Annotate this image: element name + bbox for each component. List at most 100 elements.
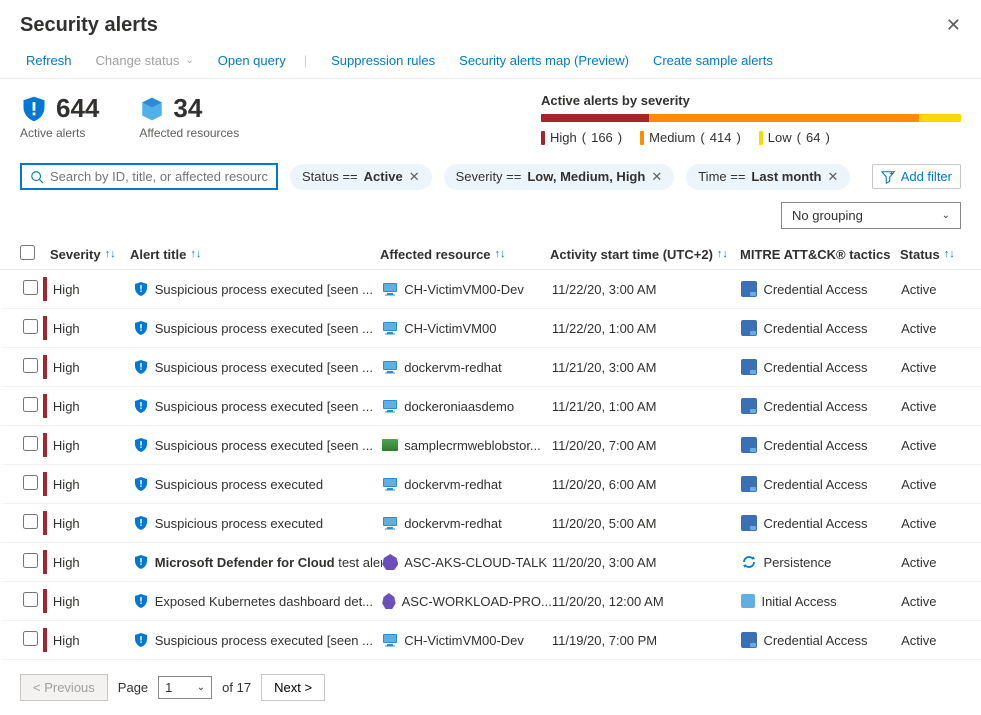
- row-checkbox[interactable]: [23, 514, 38, 529]
- row-status: Active: [901, 282, 961, 297]
- row-resource: samplecrmweblobstor...: [382, 438, 552, 453]
- row-resource: CH-VictimVM00-Dev: [382, 281, 552, 297]
- table-row[interactable]: HighSuspicious process executed [seen ..…: [0, 270, 981, 309]
- table-row[interactable]: HighSuspicious process executed [seen ..…: [0, 348, 981, 387]
- row-status: Active: [901, 516, 961, 531]
- alerts-map-button[interactable]: Security alerts map (Preview): [453, 53, 629, 68]
- row-time: 11/21/20, 3:00 AM: [552, 360, 742, 375]
- alert-shield-icon: [133, 398, 149, 414]
- select-all-checkbox[interactable]: [20, 245, 35, 260]
- row-severity: High: [53, 594, 133, 609]
- col-status[interactable]: Status↑↓: [900, 247, 960, 262]
- remove-filter-icon[interactable]: ✕: [827, 169, 838, 185]
- alert-shield-icon: [133, 437, 149, 453]
- refresh-button[interactable]: Refresh: [20, 53, 72, 68]
- next-button[interactable]: Next >: [261, 674, 325, 701]
- grouping-select[interactable]: No grouping ⌄: [781, 202, 961, 229]
- row-title: Microsoft Defender for Cloud test alert …: [133, 554, 382, 570]
- row-resource: dockeroniaasdemo: [382, 398, 552, 414]
- severity-indicator: [43, 472, 47, 496]
- table-row[interactable]: HighSuspicious process executed [seen ..…: [0, 426, 981, 465]
- severity-indicator: [43, 316, 47, 340]
- legend-medium: Medium (414): [640, 130, 741, 145]
- pagination: < Previous Page 1⌄ of 17 Next >: [0, 660, 981, 715]
- persistence-icon: [741, 554, 757, 570]
- page-select[interactable]: 1⌄: [158, 676, 212, 699]
- row-checkbox[interactable]: [23, 397, 38, 412]
- chevron-down-icon: ⌄: [197, 682, 205, 693]
- row-resource: dockervm-redhat: [382, 476, 552, 492]
- col-time[interactable]: Activity start time (UTC+2)↑↓: [550, 247, 740, 262]
- sort-icon: ↑↓: [495, 248, 506, 260]
- vm-icon: [382, 476, 398, 492]
- filter-time[interactable]: Time == Last month✕: [686, 164, 850, 190]
- table-row[interactable]: HighSuspicious process executeddockervm-…: [0, 465, 981, 504]
- severity-indicator: [43, 511, 47, 535]
- credential-access-icon: [741, 476, 757, 492]
- row-checkbox[interactable]: [23, 553, 38, 568]
- row-status: Active: [901, 321, 961, 336]
- credential-access-icon: [741, 515, 757, 531]
- vm-icon: [382, 359, 398, 375]
- row-severity: High: [53, 633, 133, 648]
- col-severity[interactable]: Severity↑↓: [50, 247, 130, 262]
- remove-filter-icon[interactable]: ✕: [409, 169, 420, 185]
- col-title[interactable]: Alert title↑↓: [130, 247, 380, 262]
- row-tactics: Persistence: [741, 554, 901, 570]
- row-status: Active: [901, 438, 961, 453]
- severity-bar: [541, 114, 961, 122]
- toolbar: Refresh Change status ⌄ Open query | Sup…: [0, 45, 981, 79]
- row-checkbox[interactable]: [23, 436, 38, 451]
- remove-filter-icon[interactable]: ✕: [651, 169, 662, 185]
- close-icon[interactable]: ✕: [946, 15, 961, 36]
- row-checkbox[interactable]: [23, 319, 38, 334]
- row-checkbox[interactable]: [23, 592, 38, 607]
- table-row[interactable]: HighSuspicious process executed [seen ..…: [0, 621, 981, 660]
- row-time: 11/20/20, 7:00 AM: [552, 438, 742, 453]
- row-severity: High: [53, 555, 133, 570]
- row-title: Suspicious process executed [seen ...: [133, 437, 382, 453]
- alert-shield-icon: [133, 359, 149, 375]
- row-checkbox[interactable]: [23, 358, 38, 373]
- table-row[interactable]: HighSuspicious process executeddockervm-…: [0, 504, 981, 543]
- row-checkbox[interactable]: [23, 475, 38, 490]
- severity-indicator: [43, 628, 47, 652]
- row-checkbox[interactable]: [23, 280, 38, 295]
- table-row[interactable]: HighExposed Kubernetes dashboard det...A…: [0, 582, 981, 621]
- open-query-button[interactable]: Open query: [212, 53, 286, 68]
- sort-icon: ↑↓: [190, 248, 201, 260]
- row-time: 11/19/20, 7:00 PM: [552, 633, 742, 648]
- row-title: Suspicious process executed [seen ...: [133, 359, 382, 375]
- change-status-button: Change status ⌄: [90, 53, 194, 68]
- suppression-button[interactable]: Suppression rules: [325, 53, 435, 68]
- alert-shield-icon: [133, 554, 149, 570]
- row-checkbox[interactable]: [23, 631, 38, 646]
- filter-status[interactable]: Status == Active✕: [290, 164, 432, 190]
- add-filter-button[interactable]: Add filter: [872, 164, 961, 189]
- create-sample-button[interactable]: Create sample alerts: [647, 53, 773, 68]
- row-tactics: Credential Access: [741, 359, 901, 375]
- row-severity: High: [53, 360, 133, 375]
- severity-indicator: [43, 394, 47, 418]
- shield-alert-icon: [20, 95, 48, 123]
- row-status: Active: [901, 477, 961, 492]
- row-resource: CH-VictimVM00-Dev: [382, 632, 552, 648]
- filter-severity[interactable]: Severity == Low, Medium, High✕: [444, 164, 675, 190]
- row-title: Exposed Kubernetes dashboard det...: [133, 593, 382, 609]
- vm-icon: [382, 281, 398, 297]
- table-row[interactable]: HighSuspicious process executed [seen ..…: [0, 309, 981, 348]
- credential-access-icon: [741, 320, 757, 336]
- col-resource[interactable]: Affected resource↑↓: [380, 247, 550, 262]
- row-tactics: Credential Access: [741, 632, 901, 648]
- search-input[interactable]: [20, 163, 278, 190]
- row-time: 11/22/20, 1:00 AM: [552, 321, 742, 336]
- active-alerts-stat: 644 Active alerts: [20, 93, 99, 140]
- row-status: Active: [901, 555, 961, 570]
- table-row[interactable]: HighMicrosoft Defender for Cloud test al…: [0, 543, 981, 582]
- sort-icon: ↑↓: [717, 248, 728, 260]
- previous-button: < Previous: [20, 674, 108, 701]
- credential-access-icon: [741, 398, 757, 414]
- chevron-down-icon: ⌄: [942, 210, 950, 221]
- table-row[interactable]: HighSuspicious process executed [seen ..…: [0, 387, 981, 426]
- search-icon: [30, 170, 44, 184]
